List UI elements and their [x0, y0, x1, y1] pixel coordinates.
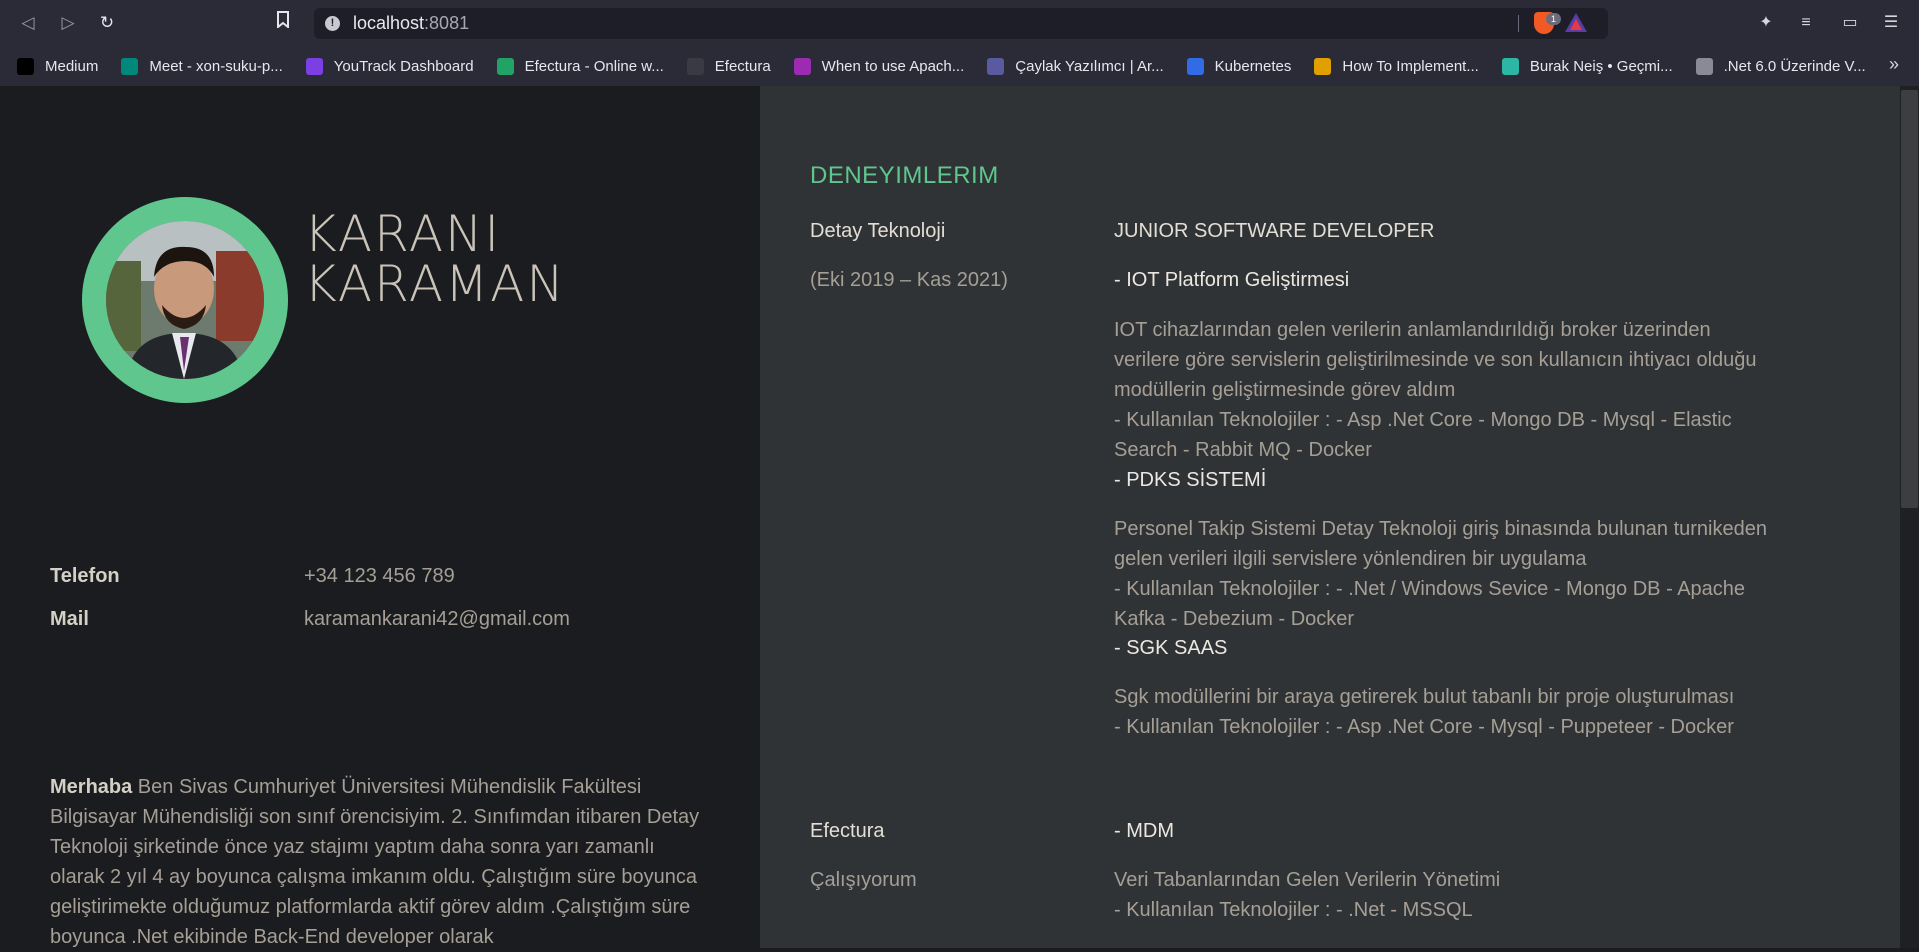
scrollbar-thumb[interactable] [1901, 90, 1918, 508]
bookmark-favicon-icon [305, 57, 323, 75]
scrollbar[interactable] [1900, 86, 1919, 948]
bookmark-item[interactable]: Medium [17, 54, 106, 78]
mail-label: Mail [50, 608, 89, 630]
avatar-ring [82, 197, 288, 403]
site-info-icon[interactable]: ! [325, 16, 340, 31]
bookmark-item[interactable]: Kubernetes [1186, 54, 1300, 78]
bookmark-favicon-icon [1186, 57, 1204, 75]
bookmark-label: How To Implement... [1342, 57, 1479, 75]
project-description: IOT cihazlarından gelen verilerin anlaml… [1114, 319, 1757, 461]
bookmark-item[interactable]: How To Implement... [1314, 54, 1486, 78]
bookmark-label: Burak Neiş • Geçmi... [1529, 57, 1673, 75]
bookmarks-overflow-icon[interactable]: » [1889, 54, 1899, 75]
wallet-icon[interactable]: ▭ [1839, 12, 1861, 34]
bookmark-favicon-icon [686, 57, 704, 75]
bookmark-label: Medium [45, 57, 99, 75]
url-text: localhost:8081 [353, 13, 470, 33]
job-role: JUNIOR SOFTWARE DEVELOPER [1114, 220, 1435, 242]
bookmark-label: Çaylak Yazılımcı | Ar... [1015, 57, 1164, 75]
project-description: Sgk modüllerini bir araya getirerek bulu… [1114, 686, 1735, 738]
bookmark-label: .Net 6.0 Üzerinde V... [1723, 57, 1866, 75]
brave-rewards-icon[interactable] [1565, 13, 1587, 32]
bookmark-item[interactable]: Efectura - Online w... [496, 54, 672, 78]
address-bar[interactable]: ! localhost:8081 1 [314, 8, 1608, 39]
bookmark-favicon-icon [17, 57, 34, 75]
bookmark-item[interactable]: .Net 6.0 Üzerinde V... [1695, 54, 1874, 78]
bookmark-label: When to use Apach... [821, 57, 965, 75]
project-title: - MDM [1114, 820, 1174, 842]
page: KARANI KARAMAN Telefon +34 123 456 789 M… [0, 86, 1919, 948]
extensions-icon[interactable]: ✦ [1755, 12, 1777, 34]
forward-icon[interactable]: ▷ [56, 11, 80, 35]
avatar [106, 221, 264, 379]
browser-toolbar: ◁ ▷ ↻ ! localhost:8081 1 ✦ ≡ ▭ ☰ [0, 0, 1919, 46]
bookmark-label: Efectura [714, 57, 771, 75]
bookmark-favicon-icon [121, 57, 139, 75]
bookmark-favicon-icon [1501, 57, 1519, 75]
about-text: Merhaba Ben Sivas Cumhuriyet Üniversites… [50, 776, 700, 948]
bookmark-favicon-icon [1314, 57, 1332, 75]
job-period: Çalışıyorum [810, 869, 917, 891]
project-description: Veri Tabanlarından Gelen Verilerin Yönet… [1114, 869, 1501, 921]
shields-count-badge: 1 [1546, 13, 1561, 25]
profile-panel: KARANI KARAMAN Telefon +34 123 456 789 M… [0, 86, 760, 948]
project-title: - SGK SAAS [1114, 637, 1228, 659]
bookmark-label: Efectura - Online w... [524, 57, 664, 75]
company-name: Efectura [810, 820, 885, 842]
bookmarks-bar: Medium Meet - xon-suku-p... YouTrack Dashb… [0, 46, 1919, 86]
phone-label: Telefon [50, 565, 120, 587]
divider [1518, 15, 1519, 32]
experience-title: DENEYIMLERIM [810, 162, 999, 189]
job-period: (Eki 2019 – Kas 2021) [810, 269, 1008, 291]
bookmark-icon[interactable] [271, 11, 295, 35]
bookmark-label: Meet - xon-suku-p... [149, 57, 283, 75]
bookmark-favicon-icon [987, 57, 1005, 75]
bookmark-item[interactable]: Efectura [686, 54, 779, 78]
bookmark-item[interactable]: When to use Apach... [793, 54, 973, 78]
playlist-icon[interactable]: ≡ [1795, 12, 1817, 34]
mail-value[interactable]: karamankarani42@gmail.com [304, 608, 570, 631]
full-name: KARANI KARAMAN [304, 205, 566, 313]
bookmark-item[interactable]: YouTrack Dashboard [305, 54, 482, 78]
project-title: - IOT Platform Geliştirmesi [1114, 269, 1350, 291]
bookmark-item[interactable]: Çaylak Yazılımcı | Ar... [987, 54, 1171, 78]
bookmark-label: Kubernetes [1214, 57, 1292, 75]
bookmark-item[interactable]: Meet - xon-suku-p... [121, 54, 290, 78]
bookmark-favicon-icon [496, 57, 514, 75]
project-title: - PDKS SİSTEMİ [1114, 469, 1267, 491]
bookmark-favicon-icon [793, 57, 811, 75]
phone-value: +34 123 456 789 [304, 565, 455, 587]
menu-icon[interactable]: ☰ [1880, 12, 1902, 34]
project-description: Personel Takip Sistemi Detay Teknoloji g… [1114, 518, 1767, 630]
bookmark-item[interactable]: Burak Neiş • Geçmi... [1501, 54, 1681, 78]
bookmark-label: YouTrack Dashboard [333, 57, 474, 75]
company-name: Detay Teknoloji [810, 220, 946, 242]
bookmark-favicon-icon [1695, 57, 1713, 75]
reload-icon[interactable]: ↻ [95, 11, 119, 35]
about-lead: Merhaba [50, 776, 133, 798]
back-icon[interactable]: ◁ [16, 11, 40, 35]
